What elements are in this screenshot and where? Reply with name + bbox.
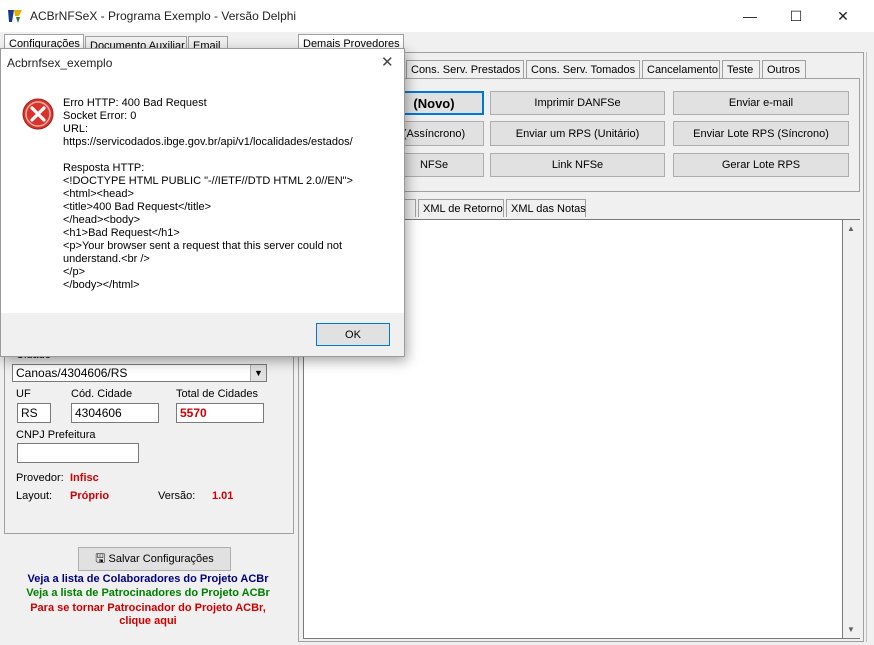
chevron-down-icon[interactable]: ▼ [250,365,266,381]
total-cidades-input[interactable]: 5570 [176,403,264,423]
link-colaboradores[interactable]: Veja a lista de Colaboradores do Projeto… [0,573,296,585]
vertical-scrollbar[interactable]: ▲ ▼ [843,219,860,639]
link-tornar-patrocinador[interactable]: Para se tornar Patrocinador do Projeto A… [0,602,296,614]
maximize-button[interactable]: ☐ [773,0,819,32]
salvar-configuracoes-label: Salvar Configurações [108,553,214,565]
enviar-rps-unitario-button[interactable]: Enviar um RPS (Unitário) [490,121,665,146]
cidade-select[interactable]: Canoas/4304606/RS [12,364,267,382]
uf-label: UF [16,388,31,400]
tab-cons-serv-prestados[interactable]: Cons. Serv. Prestados [406,60,524,78]
enviar-lote-rps-sincrono-button[interactable]: Enviar Lote RPS (Síncrono) [673,121,849,146]
dialog-close-icon[interactable]: ✕ [381,53,394,71]
link-clique-aqui[interactable]: clique aqui [0,615,296,627]
tab-outros[interactable]: Outros [762,60,806,78]
cod-cidade-label: Cód. Cidade [71,388,133,400]
tab-xml-notas[interactable]: XML das Notas [506,199,586,217]
link-patrocinadores[interactable]: Veja a lista de Patrocinadores do Projet… [0,587,296,599]
provedor-value: Infisc [70,472,99,484]
scroll-up-icon[interactable]: ▲ [847,224,855,233]
window-title: ACBrNFSeX - Programa Exemplo - Versão De… [30,9,297,23]
dialog-title: Acbrnfsex_exemplo [7,56,113,70]
uf-input[interactable]: RS [17,403,51,423]
error-dialog: Acbrnfsex_exemplo ✕ Erro HTTP: 400 Bad R… [0,48,405,357]
ok-button[interactable]: OK [316,323,390,346]
minimize-button[interactable]: — [727,0,773,32]
tab-cancelamento[interactable]: Cancelamento [642,60,720,78]
cnpj-prefeitura-label: CNPJ Prefeitura [16,429,96,441]
cnpj-prefeitura-input[interactable] [17,443,139,463]
tab-cons-serv-tomados[interactable]: Cons. Serv. Tomados [526,60,640,78]
enviar-email-button[interactable]: Enviar e-mail [673,91,849,115]
total-cidades-label: Total de Cidades [176,388,258,400]
dialog-message: Erro HTTP: 400 Bad Request Socket Error:… [63,97,353,291]
tab-teste[interactable]: Teste [722,60,760,78]
imprimir-danfse-button[interactable]: Imprimir DANFSe [490,91,665,115]
app-icon [8,10,22,23]
close-button[interactable]: ✕ [820,0,866,32]
error-icon [22,98,54,130]
tab-xml-retorno[interactable]: XML de Retorno [418,199,504,217]
versao-label: Versão: [158,490,196,502]
salvar-configuracoes-button[interactable]: 🖫 Salvar Configurações [78,547,231,571]
layout-value: Próprio [70,490,110,502]
link-nfse-button[interactable]: Link NFSe [490,153,665,177]
right-edge-panel [866,52,874,642]
cidade-value: Canoas/4304606/RS [16,366,128,380]
scroll-down-icon[interactable]: ▼ [847,625,855,634]
provedor-label: Provedor: [16,472,64,484]
versao-value: 1.01 [212,490,234,502]
cod-cidade-input[interactable]: 4304606 [71,403,159,423]
gerar-lote-rps-button[interactable]: Gerar Lote RPS [673,153,849,177]
layout-label: Layout: [16,490,53,502]
save-icon: 🖫 [95,550,106,565]
